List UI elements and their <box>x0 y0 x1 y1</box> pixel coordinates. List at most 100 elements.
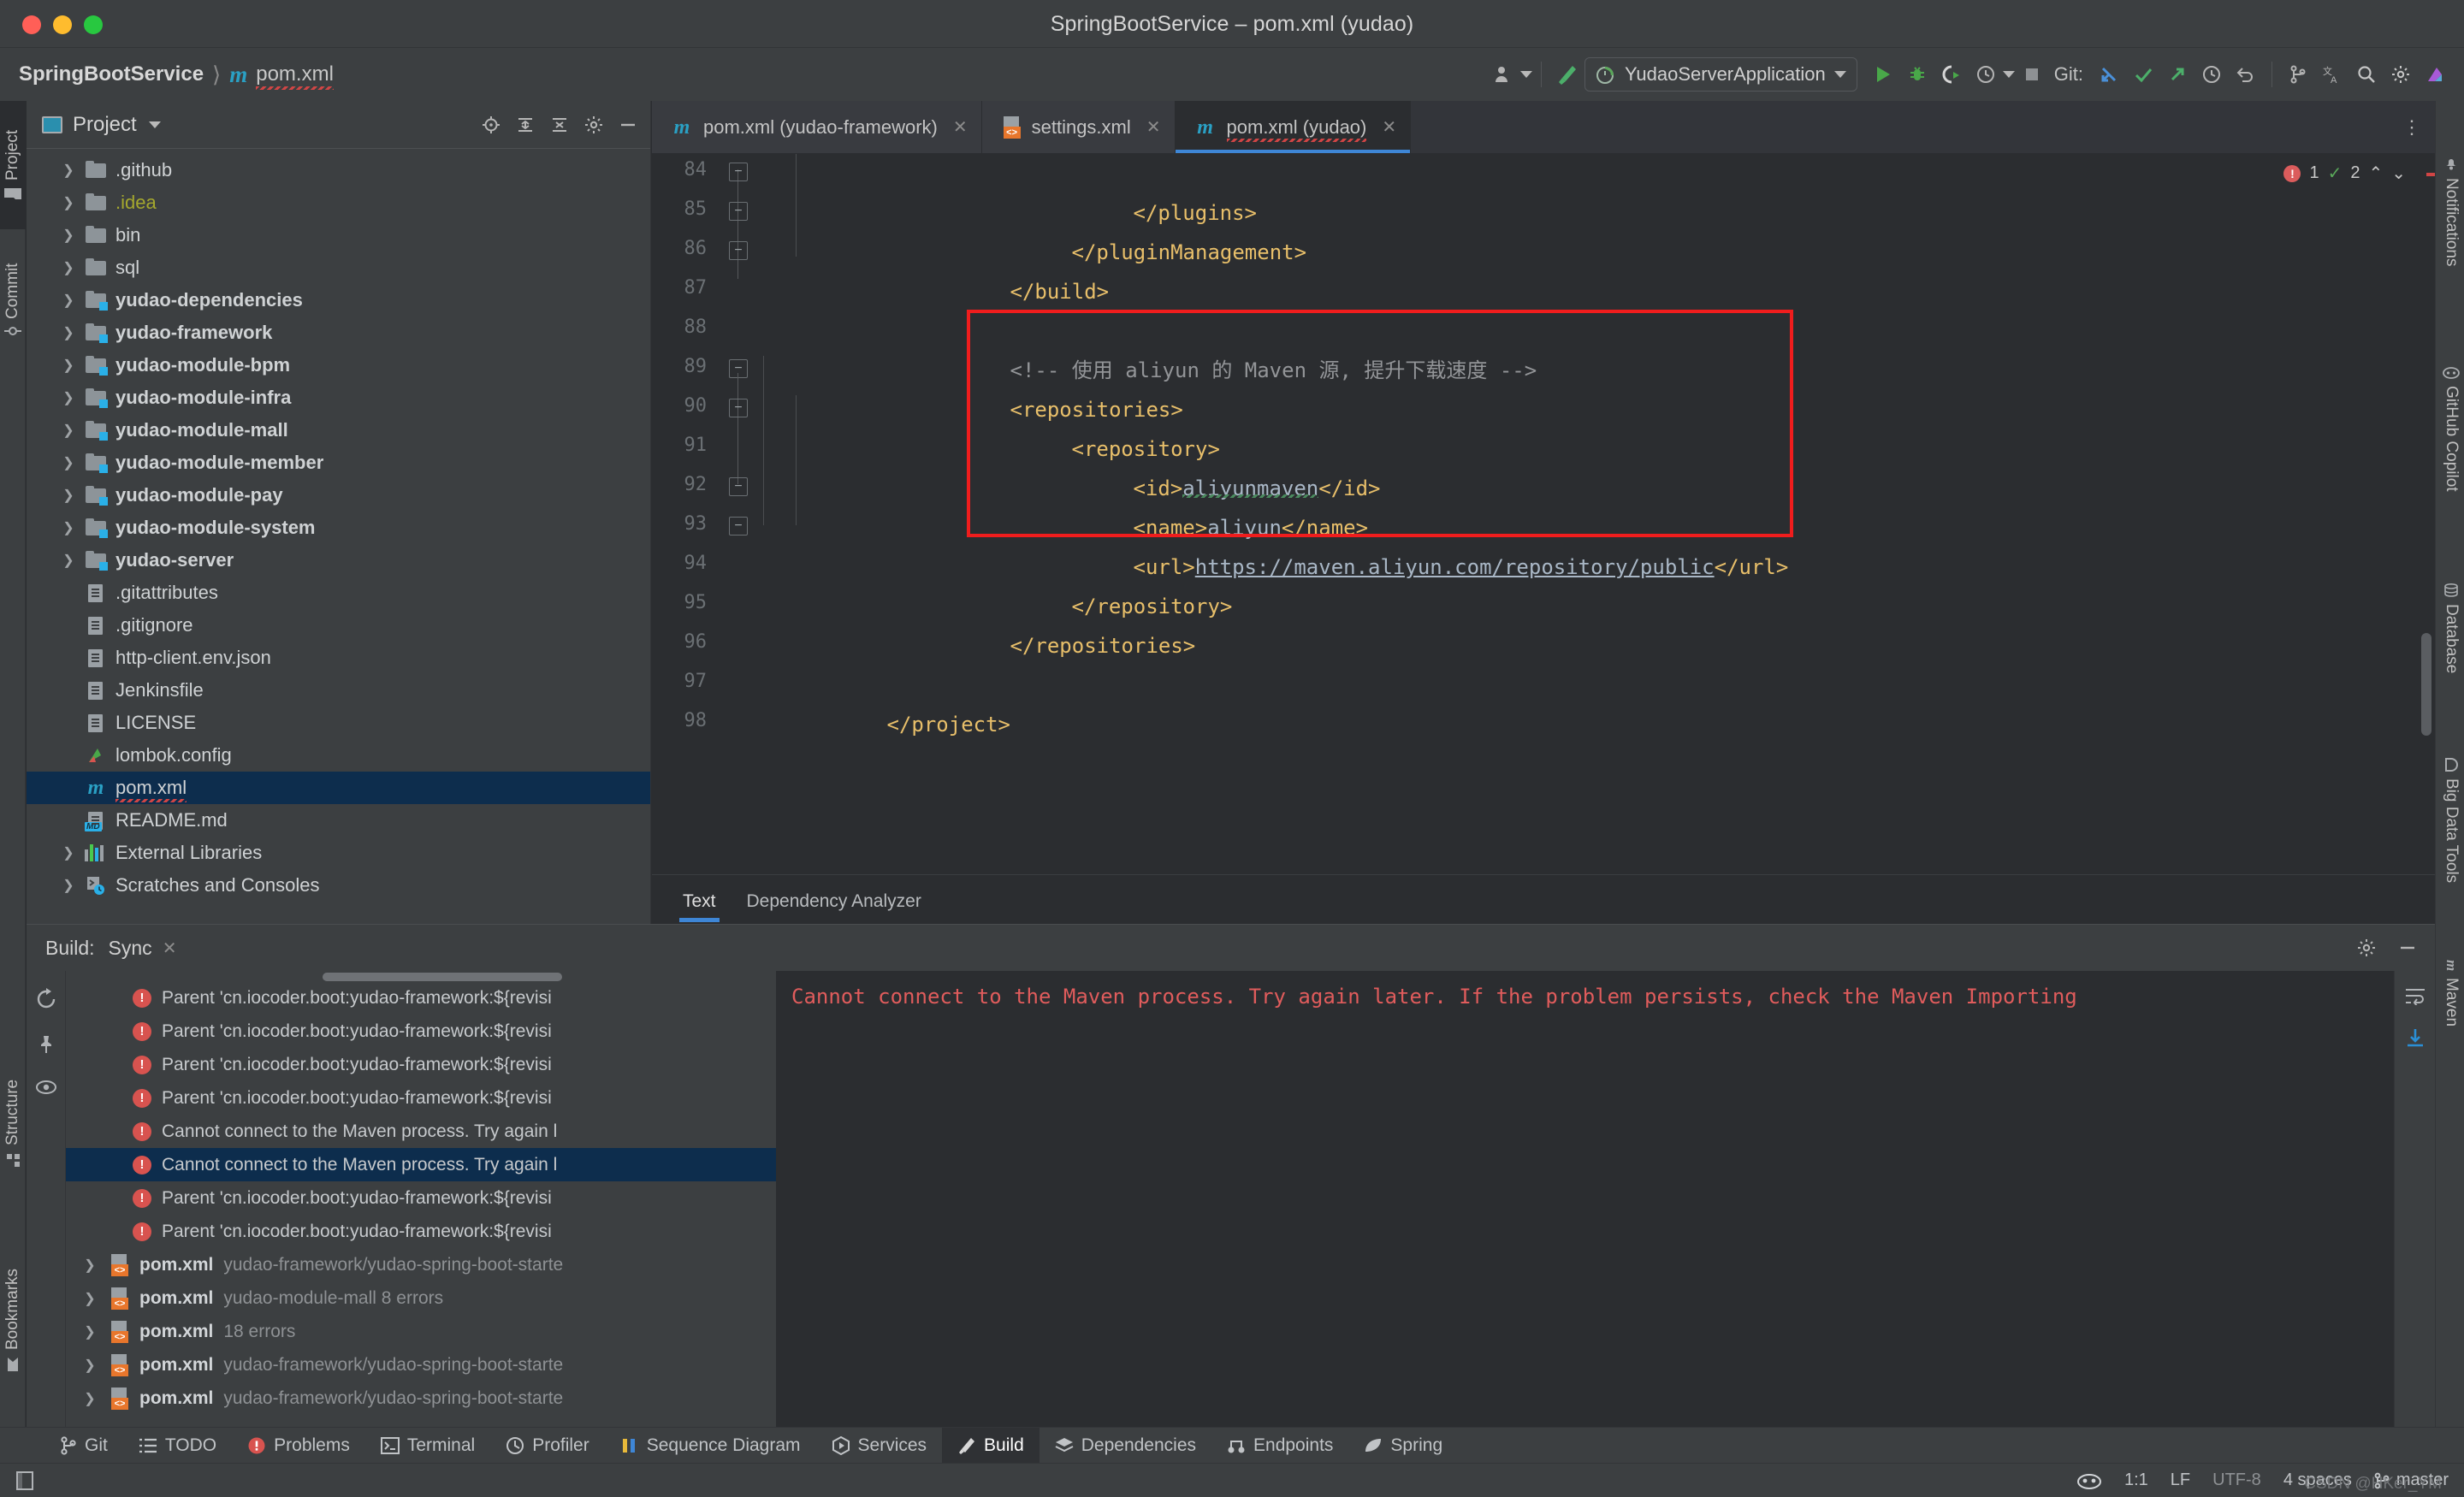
build-row-error[interactable]: ! Parent 'cn.iocoder.boot:yudao-framework… <box>66 1215 776 1248</box>
build-row-file[interactable]: ❯ <> pom.xml yudao-module-mall 8 errors <box>66 1281 776 1315</box>
sidebar-item-database[interactable]: Database <box>2437 547 2464 710</box>
chevron-right-icon[interactable]: ❯ <box>61 487 76 504</box>
ai-assistant-icon[interactable] <box>2418 57 2452 92</box>
sidebar-item-bookmarks[interactable]: Bookmarks <box>0 1230 26 1410</box>
fold-toggle-icon[interactable]: − <box>729 202 748 221</box>
file-encoding[interactable]: UTF-8 <box>2212 1470 2261 1490</box>
tree-item-idea[interactable]: ❯ .idea <box>27 186 650 219</box>
tool-window-dependencies[interactable]: Dependencies <box>1040 1428 1211 1464</box>
close-icon[interactable]: ✕ <box>1146 116 1161 138</box>
git-branch-icon[interactable] <box>2281 57 2315 92</box>
chevron-right-icon[interactable]: ❯ <box>81 1257 98 1274</box>
tab-settings-xml[interactable]: <> settings.xml ✕ <box>981 101 1176 153</box>
tree-item-yudao-module-system[interactable]: ❯ yudao-module-system <box>27 512 650 544</box>
tab-pom-xml-yudao[interactable]: m pom.xml (yudao) ✕ <box>1175 101 1412 153</box>
history-icon[interactable] <box>2194 57 2229 92</box>
code-editor[interactable]: ! 1 ✓ 2 ⌃ ⌄ 84 85 86 87 88 89 90 91 92 9… <box>652 154 2435 874</box>
tree-item-yudao-module-mall[interactable]: ❯ yudao-module-mall <box>27 414 650 447</box>
tree-item-bin[interactable]: ❯ bin <box>27 219 650 251</box>
tree-item-yudao-module-bpm[interactable]: ❯ yudao-module-bpm <box>27 349 650 382</box>
chevron-right-icon[interactable]: ❯ <box>61 194 76 211</box>
search-everywhere-icon[interactable] <box>2349 57 2384 92</box>
build-problems-tree[interactable]: ! Parent 'cn.iocoder.boot:yudao-framework… <box>66 971 776 1427</box>
chevron-right-icon[interactable]: ❯ <box>81 1290 98 1307</box>
chevron-right-icon[interactable]: ❯ <box>61 454 76 471</box>
build-row-file[interactable]: ❯ <> pom.xml yudao-framework/yudao-spring-b… <box>66 1348 776 1382</box>
prev-problem-icon[interactable]: ⌃ <box>2368 163 2383 184</box>
tree-item-lombok-config[interactable]: ❯lombok.config <box>27 739 650 772</box>
code-line-93-url[interactable]: https://maven.aliyun.com/repository/publ… <box>1195 555 1715 579</box>
pin-icon[interactable] <box>36 1034 56 1055</box>
fold-toggle-icon[interactable]: − <box>729 359 748 378</box>
tree-item-readme[interactable]: ❯MDREADME.md <box>27 804 650 837</box>
locate-file-icon[interactable] <box>481 115 501 135</box>
stop-icon[interactable] <box>2015 57 2049 92</box>
inspection-widget[interactable]: ! 1 ✓ 2 ⌃ ⌄ <box>2283 163 2406 184</box>
tree-item-yudao-framework[interactable]: ❯ yudao-framework <box>27 317 650 349</box>
tool-window-build[interactable]: Build <box>942 1427 1040 1464</box>
chevron-right-icon[interactable]: ❯ <box>61 259 76 276</box>
sidebar-item-maven[interactable]: m Maven <box>2437 929 2464 1057</box>
tree-item-scratches-and-consoles[interactable]: ❯ Scratches and Consoles <box>27 869 650 902</box>
project-view-chevron-down-icon[interactable] <box>148 121 161 128</box>
build-row-file[interactable]: ❯ <> pom.xml yudao-framework/yudao-spring-b… <box>66 1248 776 1281</box>
tab-pom-xml-yudao-framework[interactable]: m pom.xml (yudao-framework) ✕ <box>652 101 982 153</box>
tool-window-problems[interactable]: Problems <box>232 1428 365 1464</box>
fold-toggle-icon[interactable]: − <box>729 241 748 260</box>
line-separator[interactable]: LF <box>2171 1470 2190 1490</box>
account-chevron-down-icon[interactable] <box>1519 71 1532 78</box>
build-settings-icon[interactable] <box>2356 938 2377 958</box>
tree-item-yudao-server[interactable]: ❯ yudao-server <box>27 544 650 577</box>
chevron-right-icon[interactable]: ❯ <box>61 162 76 179</box>
chevron-right-icon[interactable]: ❯ <box>61 552 76 569</box>
settings-icon[interactable] <box>2384 57 2418 92</box>
translate-icon[interactable]: 文A <box>2315 57 2349 92</box>
hide-build-panel-icon[interactable] <box>2397 938 2418 958</box>
tree-item-sql[interactable]: ❯ sql <box>27 251 650 284</box>
build-row-error[interactable]: ! Parent 'cn.iocoder.boot:yudao-framework… <box>66 1048 776 1081</box>
build-row-error[interactable]: ! Cannot connect to the Maven process. Tr… <box>66 1115 776 1148</box>
tree-item-github[interactable]: ❯ .github <box>27 154 650 186</box>
tool-window-profiler[interactable]: Profiler <box>490 1428 605 1464</box>
run-icon[interactable] <box>1866 57 1900 92</box>
download-icon[interactable] <box>2404 1027 2426 1048</box>
sidebar-item-project[interactable]: Project <box>0 101 26 229</box>
rollback-icon[interactable] <box>2229 57 2263 92</box>
tree-item-yudao-module-member[interactable]: ❯ yudao-module-member <box>27 447 650 479</box>
soft-wrap-icon[interactable] <box>2404 986 2426 1005</box>
git-push-icon[interactable] <box>2160 57 2194 92</box>
sidebar-item-structure[interactable]: Structure <box>0 1042 26 1204</box>
build-tree-scrollbar[interactable] <box>323 973 562 981</box>
build-detail-pane[interactable]: Cannot connect to the Maven process. Try… <box>776 971 2435 1427</box>
profiler-chevron-down-icon[interactable] <box>2002 71 2015 78</box>
build-row-error[interactable]: ! Parent 'cn.iocoder.boot:yudao-framework… <box>66 981 776 1015</box>
chevron-right-icon[interactable]: ❯ <box>81 1390 98 1407</box>
next-problem-icon[interactable]: ⌄ <box>2391 163 2406 184</box>
chevron-right-icon[interactable]: ❯ <box>81 1323 98 1340</box>
chevron-right-icon[interactable]: ❯ <box>81 1357 98 1374</box>
tool-window-spring[interactable]: Spring <box>1348 1428 1458 1464</box>
chevron-right-icon[interactable]: ❯ <box>61 227 76 244</box>
tree-item-gitignore[interactable]: ❯.gitignore <box>27 609 650 642</box>
build-row-error[interactable]: ! Parent 'cn.iocoder.boot:yudao-framework… <box>66 1081 776 1115</box>
sidebar-item-github-copilot[interactable]: GitHub Copilot <box>2437 322 2464 535</box>
sidebar-item-commit[interactable]: Commit <box>0 231 26 368</box>
toggle-tool-window-bars-icon[interactable] <box>14 1470 36 1492</box>
copilot-status-icon[interactable] <box>2076 1471 2102 1490</box>
chevron-right-icon[interactable]: ❯ <box>61 519 76 536</box>
chevron-right-icon[interactable]: ❯ <box>61 844 76 861</box>
build-hammer-icon[interactable] <box>1550 57 1584 92</box>
editor-scrollbar-thumb[interactable] <box>2421 633 2431 736</box>
tab-text[interactable]: Text <box>667 891 732 922</box>
tree-item-external-libraries[interactable]: ❯ External Libraries <box>27 837 650 869</box>
git-commit-icon[interactable] <box>2126 57 2160 92</box>
close-icon[interactable]: ✕ <box>953 116 968 138</box>
breadcrumb[interactable]: SpringBootService ⟩ m pom.xml <box>0 62 334 90</box>
chevron-right-icon[interactable]: ❯ <box>61 389 76 406</box>
tree-item-pom-xml[interactable]: ❯mpom.xml <box>27 772 650 804</box>
tab-dependency-analyzer[interactable]: Dependency Analyzer <box>732 891 937 922</box>
collapse-all-icon[interactable] <box>549 115 570 135</box>
tool-window-git[interactable]: Git <box>44 1428 123 1464</box>
tree-item-jenkinsfile[interactable]: ❯Jenkinsfile <box>27 674 650 707</box>
sidebar-item-notifications[interactable]: Notifications <box>2437 113 2464 310</box>
